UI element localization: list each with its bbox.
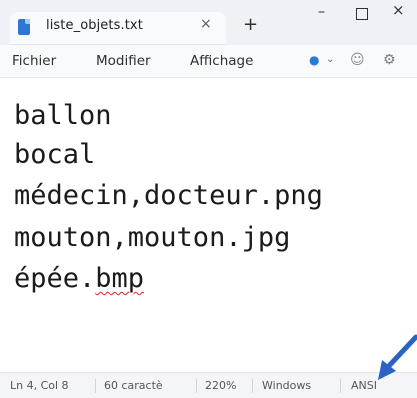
maximize-button[interactable] [356,8,368,20]
status-separator [196,379,197,393]
chevron-down-icon[interactable]: ⌄ [326,54,334,65]
menu-bar: Fichier Modifier Affichage ● ⌄ ☺ ⚙ [0,45,417,78]
format-icon[interactable]: ● [309,53,319,67]
document-tab[interactable]: liste_objets.txt × [10,12,226,45]
status-separator [252,379,253,393]
text-segment: épée. [14,263,96,294]
tab-title: liste_objets.txt [46,18,143,33]
notepad-window: liste_objets.txt × + – × Fichier Modifie… [0,0,417,398]
close-button[interactable]: × [392,1,405,19]
status-separator [95,379,96,393]
zoom-level[interactable]: 220% [205,379,236,392]
text-line: mouton,mouton.jpg [14,222,291,253]
menu-fichier[interactable]: Fichier [12,53,56,69]
menu-affichage[interactable]: Affichage [190,53,253,69]
misspelled-word: bmp [95,263,145,294]
text-editor[interactable]: ballon bocal médecin,docteur.png mouton,… [0,78,417,368]
character-count: 60 caractè [104,379,163,392]
text-line: épée.bmp [14,263,144,295]
status-separator [340,379,341,393]
minimize-button[interactable]: – [318,4,325,20]
menu-modifier[interactable]: Modifier [96,53,151,69]
status-bar: Ln 4, Col 8 60 caractè 220% Windows ANSI [0,372,417,398]
text-line: ballon [14,100,112,131]
new-tab-button[interactable]: + [243,14,258,35]
text-line: médecin,docteur.png [14,180,323,211]
encoding[interactable]: ANSI [351,379,377,392]
text-file-icon [18,19,30,35]
text-line: bocal [14,139,96,170]
gear-icon[interactable]: ⚙ [383,52,396,68]
title-bar: liste_objets.txt × + – × [0,0,417,45]
line-ending[interactable]: Windows [262,379,311,392]
cursor-position: Ln 4, Col 8 [10,379,69,392]
emoji-icon[interactable]: ☺ [350,52,365,68]
tab-close-icon[interactable]: × [200,16,212,32]
